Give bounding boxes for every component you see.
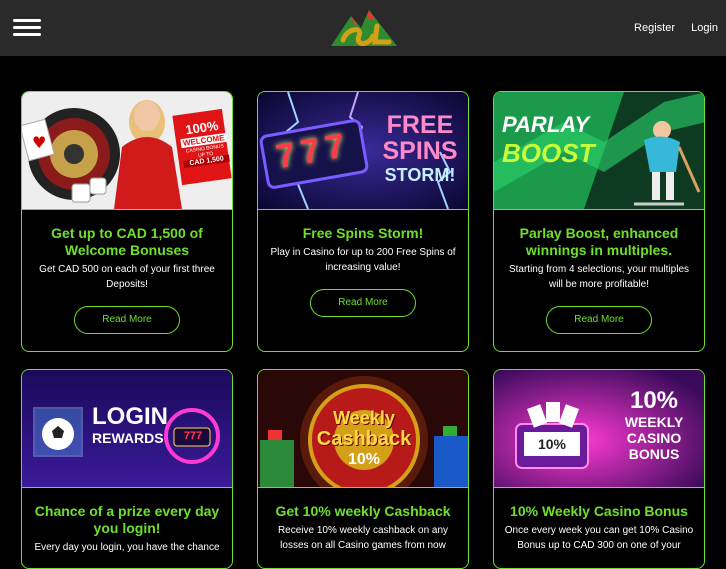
banner-text: FREE (386, 111, 454, 139)
register-link[interactable]: Register (634, 22, 675, 34)
promo-description: Once every week you can get 10% Casino B… (504, 525, 694, 551)
hamburger-menu-icon[interactable] (13, 19, 41, 37)
banner-text: 10% (629, 387, 679, 414)
banner-text: STORM! (384, 165, 456, 185)
login-link[interactable]: Login (691, 22, 718, 34)
promo-card-free-spins: 777 FREE SPINS STORM! Free Spins Storm! … (257, 91, 469, 352)
banner-text: REWARDS (92, 430, 164, 446)
auth-links: Register Login (621, 22, 718, 34)
promo-banner-parlay: PARLAY BOOST (494, 92, 704, 210)
top-header: Register Login (0, 0, 726, 56)
banner-text: 777 (183, 430, 203, 442)
promo-title: Chance of a prize every day you login! (34, 503, 220, 536)
promo-title: 10% Weekly Casino Bonus (510, 503, 688, 519)
promo-card-login-rewards: LOGIN REWARDS 777 Chance of a prize ever… (21, 369, 233, 569)
promo-card-parlay-boost: PARLAY BOOST Parlay Boost, enhanced winn… (493, 91, 705, 352)
promo-banner-welcome: ♥ 100% WELCOME CASINO BONUS UP TO CAD 1,… (22, 92, 232, 210)
svg-text:♥: ♥ (32, 133, 46, 152)
promo-banner-casino-bonus: 10% 10% WEEKLY CASINO BONUS (494, 370, 704, 488)
promo-card-welcome-bonus: ♥ 100% WELCOME CASINO BONUS UP TO CAD 1,… (21, 91, 233, 352)
banner-text: PARLAY (502, 112, 590, 137)
promo-description: Receive 10% weekly cashback on any losse… (277, 525, 449, 551)
promo-card-weekly-casino-bonus: 10% 10% WEEKLY CASINO BONUS 10% Weekly C… (493, 369, 705, 569)
read-more-button[interactable]: Read More (310, 289, 416, 317)
promo-title: Get up to CAD 1,500 of Welcome Bonuses (51, 225, 203, 258)
promo-card-weekly-cashback: Weekly Cashback 10% Get 10% weekly Cashb… (257, 369, 469, 569)
banner-text: Weekly (333, 408, 395, 428)
read-more-button[interactable]: Read More (546, 306, 652, 334)
promo-banner-login-rewards: LOGIN REWARDS 777 (22, 370, 232, 488)
promo-title: Parlay Boost, enhanced winnings in multi… (519, 225, 679, 258)
banner-text: BOOST (502, 138, 595, 168)
banner-text: CASINO (626, 430, 682, 446)
banner-text: LOGIN (92, 403, 168, 430)
promo-description: Play in Casino for up to 200 Free Spins … (270, 247, 456, 273)
promo-title: Get 10% weekly Cashback (275, 503, 451, 519)
promo-title: Free Spins Storm! (302, 225, 424, 241)
banner-text: Cashback (316, 428, 412, 450)
banner-text: SPINS (382, 137, 458, 165)
banner-text: WEEKLY (624, 414, 684, 430)
promo-description: Every day you login, you have the chance (34, 542, 220, 553)
banner-text: 10% (347, 451, 381, 468)
promo-banner-cashback: Weekly Cashback 10% (258, 370, 468, 488)
banner-text: BONUS (628, 446, 680, 462)
promo-description: Get CAD 500 on each of your first three … (39, 264, 215, 290)
promo-banner-free-spins: 777 FREE SPINS STORM! (258, 92, 468, 210)
sl-logo-icon[interactable] (329, 6, 399, 50)
promo-description: Starting from 4 selections, your multipl… (508, 264, 690, 290)
banner-text: 10% (537, 436, 567, 452)
read-more-button[interactable]: Read More (74, 306, 180, 334)
